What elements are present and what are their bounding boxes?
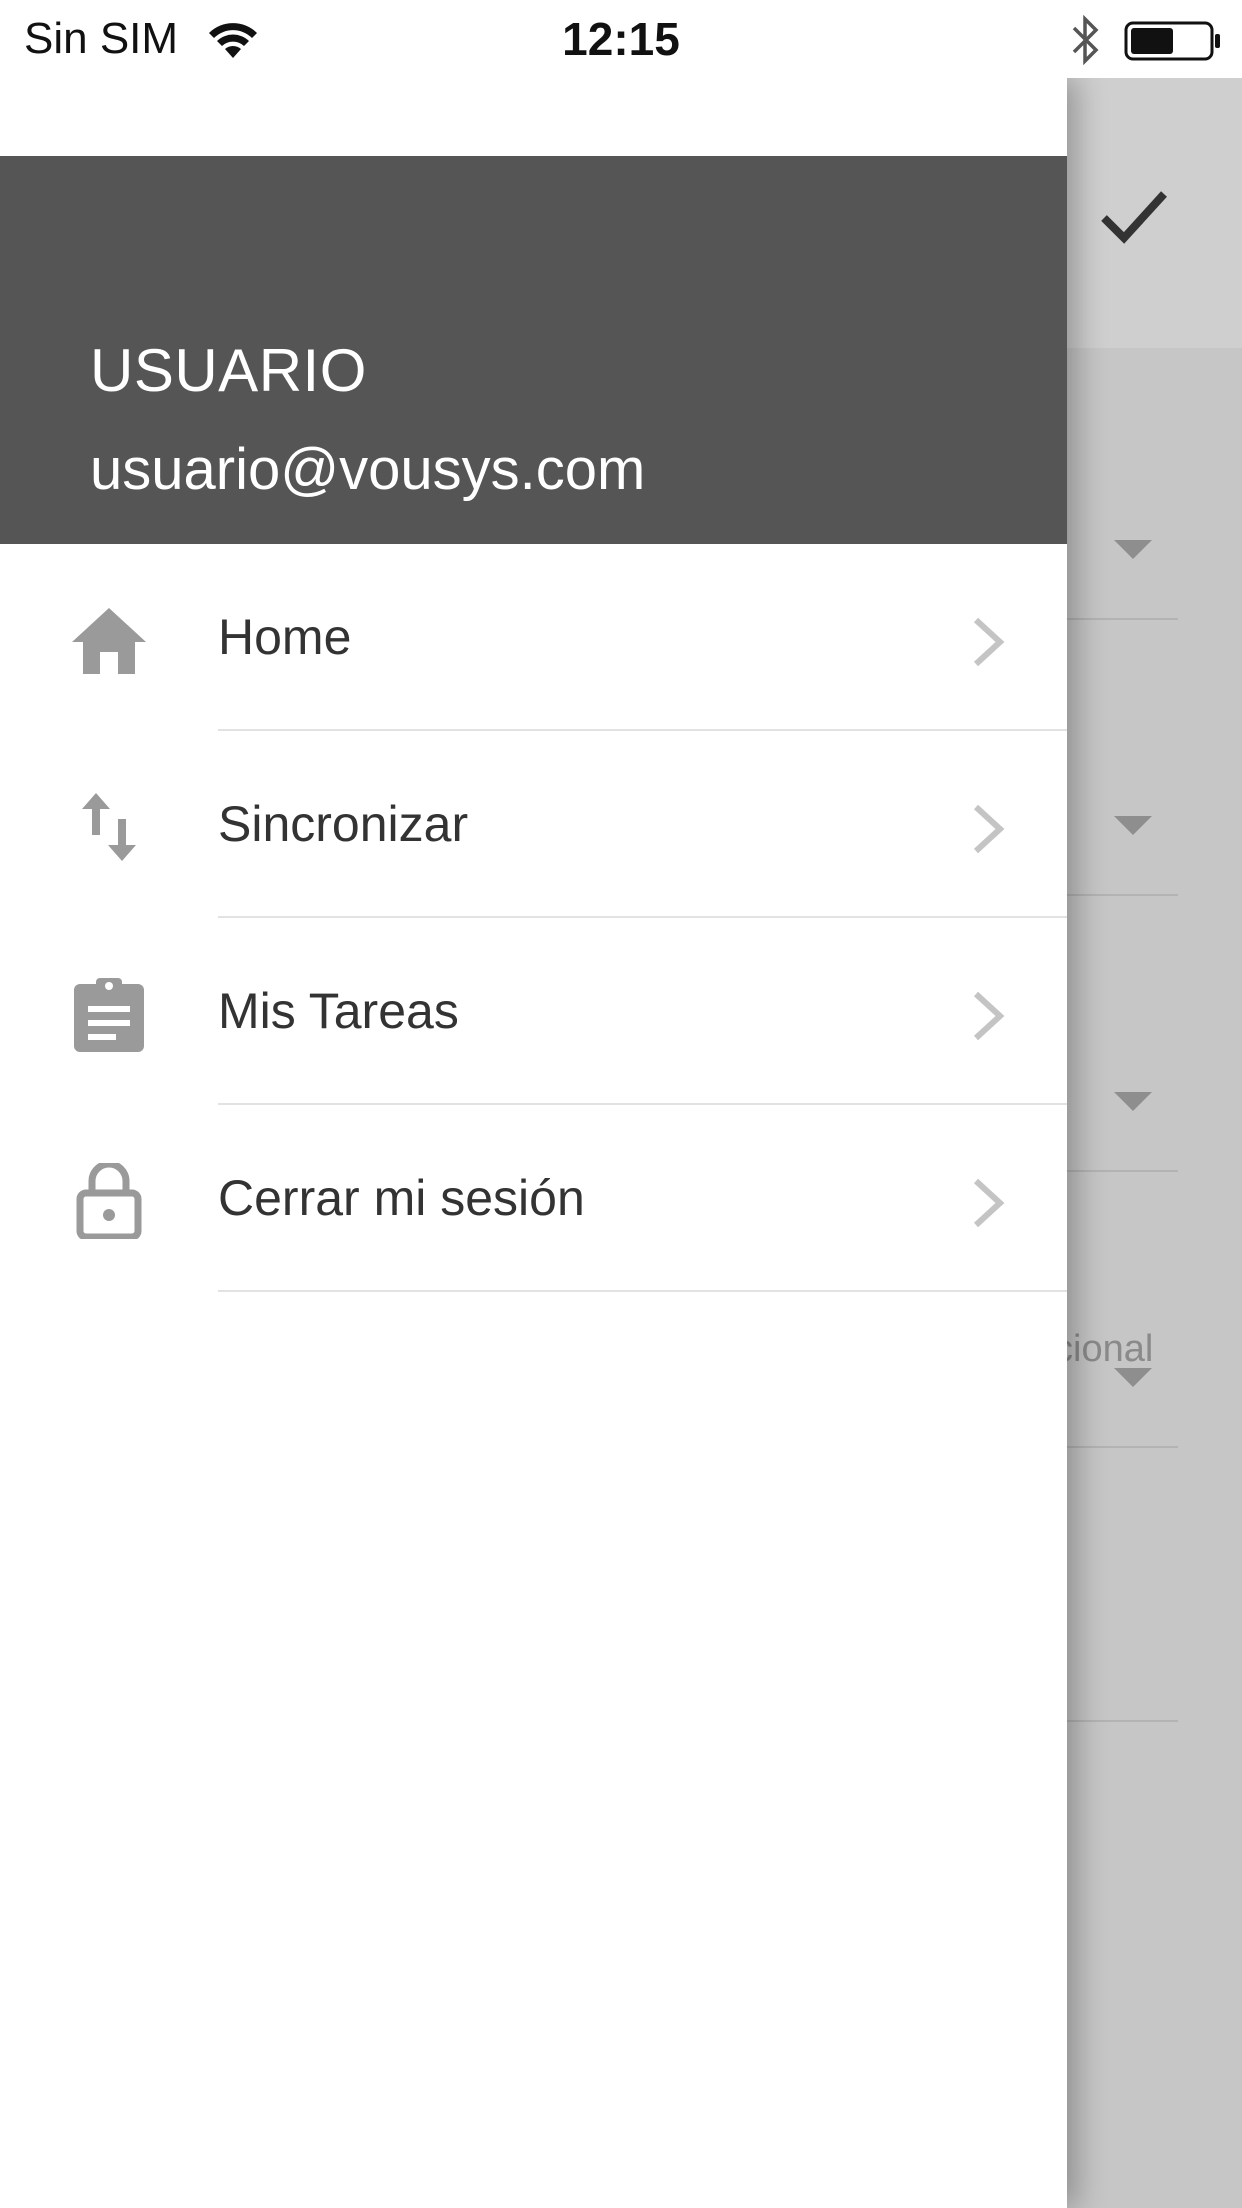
dropdown-caret-icon[interactable]	[1114, 1368, 1152, 1387]
menu-item-label: Cerrar mi sesión	[218, 1170, 585, 1226]
row-divider	[1066, 618, 1178, 620]
dropdown-caret-icon[interactable]	[1114, 540, 1152, 559]
lock-icon	[76, 1163, 142, 1239]
clipboard-icon	[74, 978, 144, 1052]
clock: 12:15	[562, 13, 680, 65]
menu-item-home[interactable]: Home	[0, 544, 1067, 731]
menu-item-label: Home	[218, 609, 352, 665]
user-email: usuario@vousys.com	[90, 437, 646, 502]
background-field-text: cional	[1064, 1328, 1154, 1370]
row-divider	[1066, 1720, 1178, 1722]
menu-item-label: Sincronizar	[218, 796, 469, 852]
menu-item-cerrar-sesion[interactable]: Cerrar mi sesión	[0, 1105, 1067, 1292]
menu-item-label: Mis Tareas	[218, 983, 459, 1039]
row-divider	[1066, 894, 1178, 896]
menu-item-mis-tareas[interactable]: Mis Tareas	[0, 918, 1067, 1105]
battery-icon	[1124, 21, 1220, 61]
menu-divider	[218, 1290, 1067, 1292]
chevron-right-icon	[973, 617, 1005, 667]
chevron-right-icon	[973, 804, 1005, 854]
check-icon[interactable]	[1098, 186, 1170, 248]
sync-arrows-icon	[82, 793, 136, 861]
dropdown-caret-icon[interactable]	[1114, 1092, 1152, 1111]
row-divider	[1066, 1446, 1178, 1448]
bluetooth-icon	[1072, 14, 1099, 66]
menu-item-sincronizar[interactable]: Sincronizar	[0, 731, 1067, 918]
drawer-header: USUARIO usuario@vousys.com	[0, 156, 1067, 544]
user-name: USUARIO	[90, 337, 367, 404]
chevron-right-icon	[973, 1178, 1005, 1228]
chevron-right-icon	[973, 991, 1005, 1041]
navigation-drawer: USUARIO usuario@vousys.com Home Sincroni…	[0, 78, 1067, 2208]
status-bar: Sin SIM 12:15	[0, 0, 1242, 78]
row-divider	[1066, 1170, 1178, 1172]
home-icon	[72, 608, 146, 674]
dropdown-caret-icon[interactable]	[1114, 816, 1152, 835]
drawer-menu: Home Sincronizar Mis Tareas Cerrar mi se…	[0, 544, 1067, 1292]
